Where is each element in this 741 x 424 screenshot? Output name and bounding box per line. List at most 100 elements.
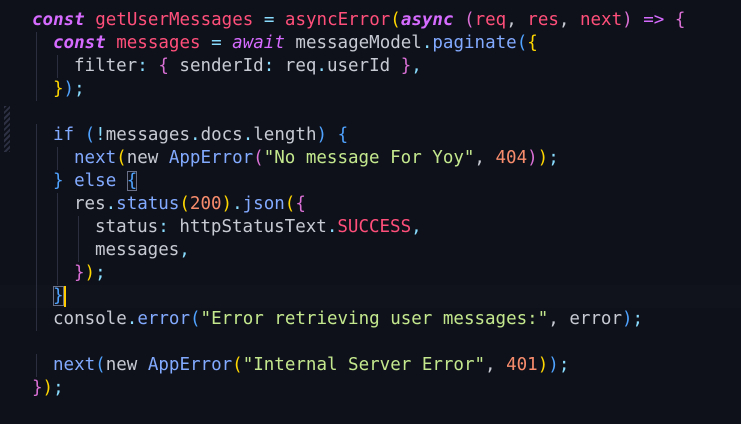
indent-guide bbox=[57, 55, 58, 78]
indent-guide bbox=[36, 55, 37, 78]
code-token: req bbox=[284, 56, 317, 76]
code-token: ) bbox=[622, 10, 633, 30]
code-token: userId bbox=[326, 56, 391, 76]
code-token: ) bbox=[537, 355, 549, 375]
code-editor[interactable]: const getUserMessages = asyncError ( async… bbox=[0, 0, 741, 424]
code-token: , bbox=[411, 56, 422, 76]
code-token: messages bbox=[105, 125, 191, 145]
code-token: , bbox=[548, 309, 570, 329]
code-token: ) bbox=[63, 79, 75, 99]
code-token: 404 bbox=[495, 148, 528, 168]
code-token: } bbox=[53, 79, 64, 99]
code-token: . bbox=[105, 194, 117, 214]
code-token: , bbox=[411, 217, 422, 237]
code-line[interactable]: } else { bbox=[0, 170, 741, 193]
code-line[interactable]: } bbox=[0, 285, 741, 308]
code-token: ; bbox=[548, 148, 559, 168]
code-token: ( bbox=[95, 355, 106, 375]
code-token: ) bbox=[316, 125, 328, 145]
code-line[interactable]: next(new AppError("Internal Server Error… bbox=[0, 354, 741, 377]
code-token: { bbox=[158, 56, 169, 76]
code-line[interactable] bbox=[0, 331, 741, 354]
code-token: { bbox=[337, 125, 349, 145]
code-token: messages bbox=[116, 33, 201, 53]
code-token: messages bbox=[95, 240, 180, 260]
code-token: ; bbox=[95, 263, 106, 283]
indent-guide bbox=[36, 308, 37, 331]
indent-guide bbox=[36, 354, 37, 377]
code-token: ) bbox=[221, 194, 233, 214]
code-token: } bbox=[74, 263, 85, 283]
code-token: next bbox=[74, 148, 117, 168]
code-token: async bbox=[400, 10, 454, 30]
indent-guide bbox=[57, 239, 58, 262]
code-token: ( bbox=[232, 355, 243, 375]
code-token: . bbox=[316, 56, 327, 76]
indent-guide bbox=[57, 193, 58, 216]
code-token: new bbox=[105, 355, 138, 375]
code-token: docs bbox=[200, 125, 243, 145]
code-token: const bbox=[32, 10, 85, 30]
code-token: , bbox=[474, 148, 496, 168]
code-token: res bbox=[74, 194, 106, 214]
code-token: { bbox=[126, 171, 138, 191]
indent-guide bbox=[36, 216, 37, 239]
code-token: 401 bbox=[506, 355, 538, 375]
code-token: { bbox=[295, 194, 306, 214]
code-token: ) bbox=[84, 263, 96, 283]
code-token: "No message For Yoy" bbox=[263, 148, 475, 168]
code-token: ) bbox=[537, 148, 549, 168]
code-token: , bbox=[485, 355, 507, 375]
code-token: asyncError bbox=[284, 10, 391, 30]
code-token: => bbox=[643, 10, 665, 30]
code-token: } bbox=[400, 56, 412, 76]
code-token: length bbox=[253, 125, 317, 145]
code-token: ( bbox=[84, 125, 96, 145]
code-token: = bbox=[211, 33, 222, 53]
code-token: messageModel bbox=[295, 33, 422, 53]
code-token: ( bbox=[190, 309, 201, 329]
code-token: : bbox=[263, 56, 275, 76]
code-line[interactable]: }); bbox=[0, 262, 741, 285]
code-token: . bbox=[126, 309, 138, 329]
code-line[interactable]: res.status(200).json({ bbox=[0, 193, 741, 216]
code-line[interactable]: }); bbox=[0, 78, 741, 101]
code-token: 200 bbox=[189, 194, 222, 214]
code-token: getUserMessages bbox=[95, 10, 254, 30]
code-token: ) bbox=[42, 378, 54, 398]
code-token: . bbox=[421, 33, 433, 53]
code-line[interactable]: messages, bbox=[0, 239, 741, 262]
code-line[interactable]: const messages = await messageModel.pagi… bbox=[0, 32, 741, 55]
indent-guide bbox=[36, 124, 37, 147]
code-token: "Error retrieving user messages:" bbox=[200, 309, 549, 329]
code-token: ; bbox=[558, 355, 570, 375]
indent-guide bbox=[36, 170, 37, 193]
code-token: req bbox=[474, 10, 507, 30]
indent-guide bbox=[57, 262, 58, 285]
code-token: : bbox=[158, 217, 169, 237]
code-line[interactable]: filter: { senderId: req.userId }, bbox=[0, 55, 741, 78]
code-line[interactable]: if (!messages.docs.length) { bbox=[0, 124, 741, 147]
code-line[interactable]: status: httpStatusText.SUCCESS, bbox=[0, 216, 741, 239]
code-token: = bbox=[263, 10, 275, 30]
code-line[interactable]: const getUserMessages = asyncError(async… bbox=[0, 9, 741, 32]
code-line[interactable]: next(new AppError("No message For Yoy", … bbox=[0, 147, 741, 170]
code-token: ; bbox=[74, 79, 85, 99]
code-line[interactable]: console.error("Error retrieving user mes… bbox=[0, 308, 741, 331]
indent-guide bbox=[36, 32, 37, 55]
code-line[interactable]: }); bbox=[0, 377, 741, 400]
code-line[interactable] bbox=[0, 101, 741, 124]
